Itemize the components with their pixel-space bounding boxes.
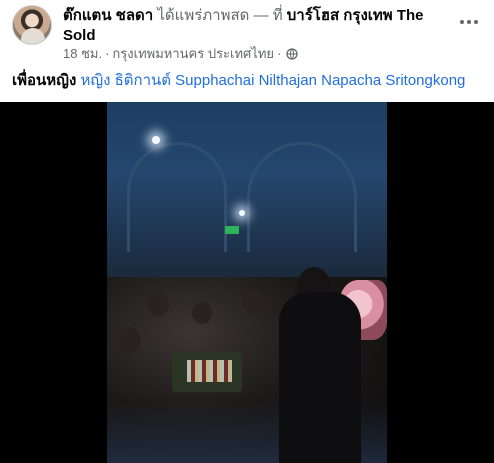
globe-icon — [286, 48, 299, 60]
more-dot — [474, 20, 478, 24]
tagged-friends-line: เพื่อนหญิง หญิง ธิติกานต์ Supphachai Nil… — [12, 71, 482, 91]
tag-prefix: เพื่อนหญิง — [12, 72, 77, 89]
meta-separator-2: · — [277, 46, 282, 61]
author-avatar[interactable] — [12, 5, 52, 45]
live-video-player[interactable] — [0, 102, 494, 463]
post-header-text: ต๊กแตน ชลดา ได้แพร่ภาพสด — ที่ บาร์โฮส ก… — [63, 6, 443, 46]
audience-head — [117, 327, 141, 353]
audience-head — [242, 290, 264, 314]
meta-separator: · — [105, 46, 110, 61]
place-meta[interactable]: กรุงเทพมหานคร ประเทศไทย — [112, 46, 274, 62]
author-name[interactable]: ต๊กแตน ชลดา — [63, 7, 153, 24]
post-action-text: ได้แพร่ภาพสด — ที่ — [157, 7, 283, 24]
bottles — [187, 360, 232, 382]
video-frame — [107, 102, 387, 463]
stage-light — [239, 210, 245, 216]
stage-light — [152, 136, 160, 144]
post-header: ต๊กแตน ชลดา ได้แพร่ภาพสด — ที่ บาร์โฮส ก… — [0, 0, 494, 64]
audience-head — [192, 302, 212, 324]
ceiling-arch — [127, 142, 227, 252]
singer — [279, 292, 361, 463]
more-dot — [460, 20, 464, 24]
audience-head — [147, 292, 169, 316]
tagged-names[interactable]: หญิง ธิติกานต์ Supphachai Nilthajan Napa… — [80, 72, 465, 89]
exit-sign — [225, 226, 239, 234]
post-time[interactable]: 18 ชม. — [63, 46, 102, 62]
more-options-icon[interactable] — [456, 12, 482, 32]
ceiling-arch — [247, 142, 357, 252]
post-meta: 18 ชม. · กรุงเทพมหานคร ประเทศไทย · — [63, 46, 299, 62]
more-dot — [467, 20, 471, 24]
